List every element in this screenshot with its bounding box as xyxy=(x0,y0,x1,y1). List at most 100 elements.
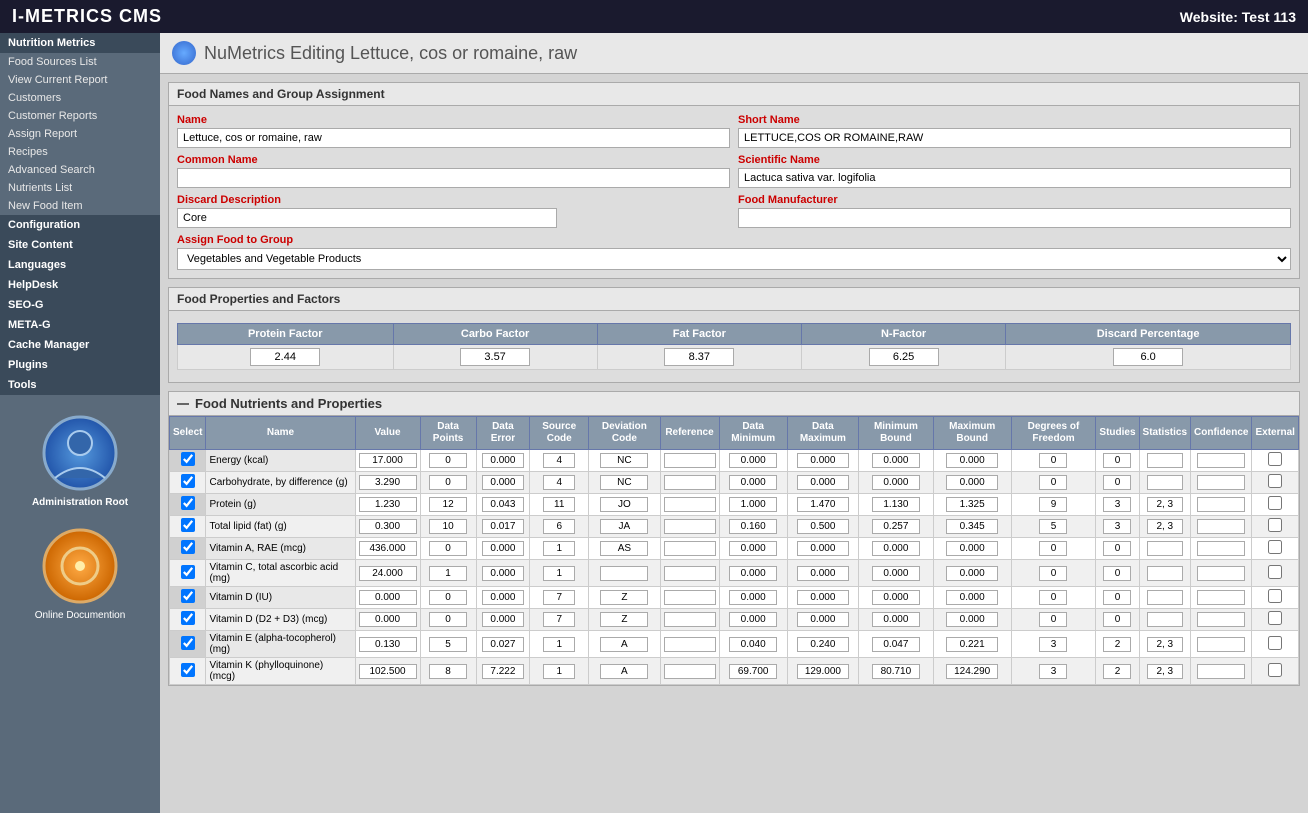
deviation-code-input[interactable] xyxy=(600,541,648,556)
source-code-input[interactable] xyxy=(543,541,575,556)
reference-input[interactable] xyxy=(664,541,716,556)
data-max[interactable] xyxy=(787,450,858,472)
reference[interactable] xyxy=(660,516,719,538)
data-max[interactable] xyxy=(787,631,858,658)
data-error-input[interactable] xyxy=(482,453,524,468)
data-points[interactable] xyxy=(420,516,476,538)
value-input[interactable] xyxy=(359,637,417,652)
nutrient-checkbox[interactable] xyxy=(181,565,195,579)
data-max-input[interactable] xyxy=(797,519,849,534)
external[interactable] xyxy=(1252,516,1299,538)
external-checkbox[interactable] xyxy=(1268,496,1282,510)
deviation-code-input[interactable] xyxy=(600,637,648,652)
data-min[interactable] xyxy=(719,560,787,587)
sidebar-item-recipes[interactable]: Recipes xyxy=(0,143,160,161)
data-points-input[interactable] xyxy=(429,541,467,556)
discard-pct-input[interactable] xyxy=(1113,348,1183,366)
data-min[interactable] xyxy=(719,472,787,494)
data-points-input[interactable] xyxy=(429,612,467,627)
max-bound-input[interactable] xyxy=(946,497,998,512)
short-name-input[interactable] xyxy=(738,128,1291,148)
external[interactable] xyxy=(1252,587,1299,609)
max-bound-input[interactable] xyxy=(946,475,998,490)
deviation-code[interactable] xyxy=(589,494,660,516)
reference-input[interactable] xyxy=(664,453,716,468)
select-cell[interactable] xyxy=(170,516,206,538)
statistics-input[interactable] xyxy=(1147,664,1183,679)
studies[interactable] xyxy=(1096,560,1139,587)
data-error[interactable] xyxy=(476,560,530,587)
deviation-code-input[interactable] xyxy=(600,453,648,468)
data-max-input[interactable] xyxy=(797,566,849,581)
statistics[interactable] xyxy=(1139,538,1190,560)
studies-input[interactable] xyxy=(1103,519,1131,534)
studies-input[interactable] xyxy=(1103,541,1131,556)
data-max[interactable] xyxy=(787,516,858,538)
statistics-input[interactable] xyxy=(1147,566,1183,581)
data-min-input[interactable] xyxy=(729,453,777,468)
deviation-code[interactable] xyxy=(589,472,660,494)
source-code[interactable] xyxy=(530,516,589,538)
data-error[interactable] xyxy=(476,494,530,516)
statistics[interactable] xyxy=(1139,560,1190,587)
sidebar-item-food-sources[interactable]: Food Sources List xyxy=(0,53,160,71)
confidence-input[interactable] xyxy=(1197,519,1245,534)
max-bound-input[interactable] xyxy=(946,612,998,627)
reference-input[interactable] xyxy=(664,475,716,490)
confidence[interactable] xyxy=(1191,494,1252,516)
nutrient-value[interactable] xyxy=(355,472,420,494)
data-points-input[interactable] xyxy=(429,519,467,534)
min-bound-input[interactable] xyxy=(872,453,920,468)
external-checkbox[interactable] xyxy=(1268,518,1282,532)
source-code[interactable] xyxy=(530,472,589,494)
data-min-input[interactable] xyxy=(729,664,777,679)
assign-group-select[interactable]: Vegetables and Vegetable Products xyxy=(177,248,1291,270)
data-min[interactable] xyxy=(719,631,787,658)
min-bound-input[interactable] xyxy=(872,475,920,490)
min-bound-input[interactable] xyxy=(872,664,920,679)
max-bound[interactable] xyxy=(933,587,1011,609)
value-input[interactable] xyxy=(359,519,417,534)
reference[interactable] xyxy=(660,587,719,609)
sidebar-item-customer-reports[interactable]: Customer Reports xyxy=(0,107,160,125)
source-code[interactable] xyxy=(530,658,589,685)
select-cell[interactable] xyxy=(170,631,206,658)
data-min-input[interactable] xyxy=(729,590,777,605)
data-error[interactable] xyxy=(476,658,530,685)
deviation-code[interactable] xyxy=(589,631,660,658)
max-bound-input[interactable] xyxy=(946,541,998,556)
statistics-input[interactable] xyxy=(1147,475,1183,490)
nutrient-value[interactable] xyxy=(355,516,420,538)
min-bound[interactable] xyxy=(858,587,933,609)
deviation-code[interactable] xyxy=(589,658,660,685)
sidebar-item-nutrients-list[interactable]: Nutrients List xyxy=(0,179,160,197)
data-error-input[interactable] xyxy=(482,664,524,679)
value-input[interactable] xyxy=(359,566,417,581)
min-bound[interactable] xyxy=(858,516,933,538)
deviation-code[interactable] xyxy=(589,560,660,587)
value-input[interactable] xyxy=(359,453,417,468)
scientific-name-input[interactable] xyxy=(738,168,1291,188)
data-error[interactable] xyxy=(476,450,530,472)
nutrient-value[interactable] xyxy=(355,450,420,472)
nutrient-checkbox[interactable] xyxy=(181,663,195,677)
max-bound[interactable] xyxy=(933,516,1011,538)
data-error-input[interactable] xyxy=(482,612,524,627)
studies[interactable] xyxy=(1096,494,1139,516)
nutrient-checkbox[interactable] xyxy=(181,611,195,625)
reference[interactable] xyxy=(660,450,719,472)
data-min[interactable] xyxy=(719,658,787,685)
studies-input[interactable] xyxy=(1103,566,1131,581)
confidence[interactable] xyxy=(1191,658,1252,685)
statistics-input[interactable] xyxy=(1147,637,1183,652)
dof[interactable] xyxy=(1011,450,1096,472)
nutrient-checkbox[interactable] xyxy=(181,474,195,488)
deviation-code-input[interactable] xyxy=(600,612,648,627)
dof[interactable] xyxy=(1011,516,1096,538)
deviation-code-input[interactable] xyxy=(600,497,648,512)
data-min[interactable] xyxy=(719,450,787,472)
statistics[interactable] xyxy=(1139,631,1190,658)
dof-input[interactable] xyxy=(1039,566,1067,581)
nutrient-value[interactable] xyxy=(355,494,420,516)
carbo-factor-input[interactable] xyxy=(460,348,530,366)
